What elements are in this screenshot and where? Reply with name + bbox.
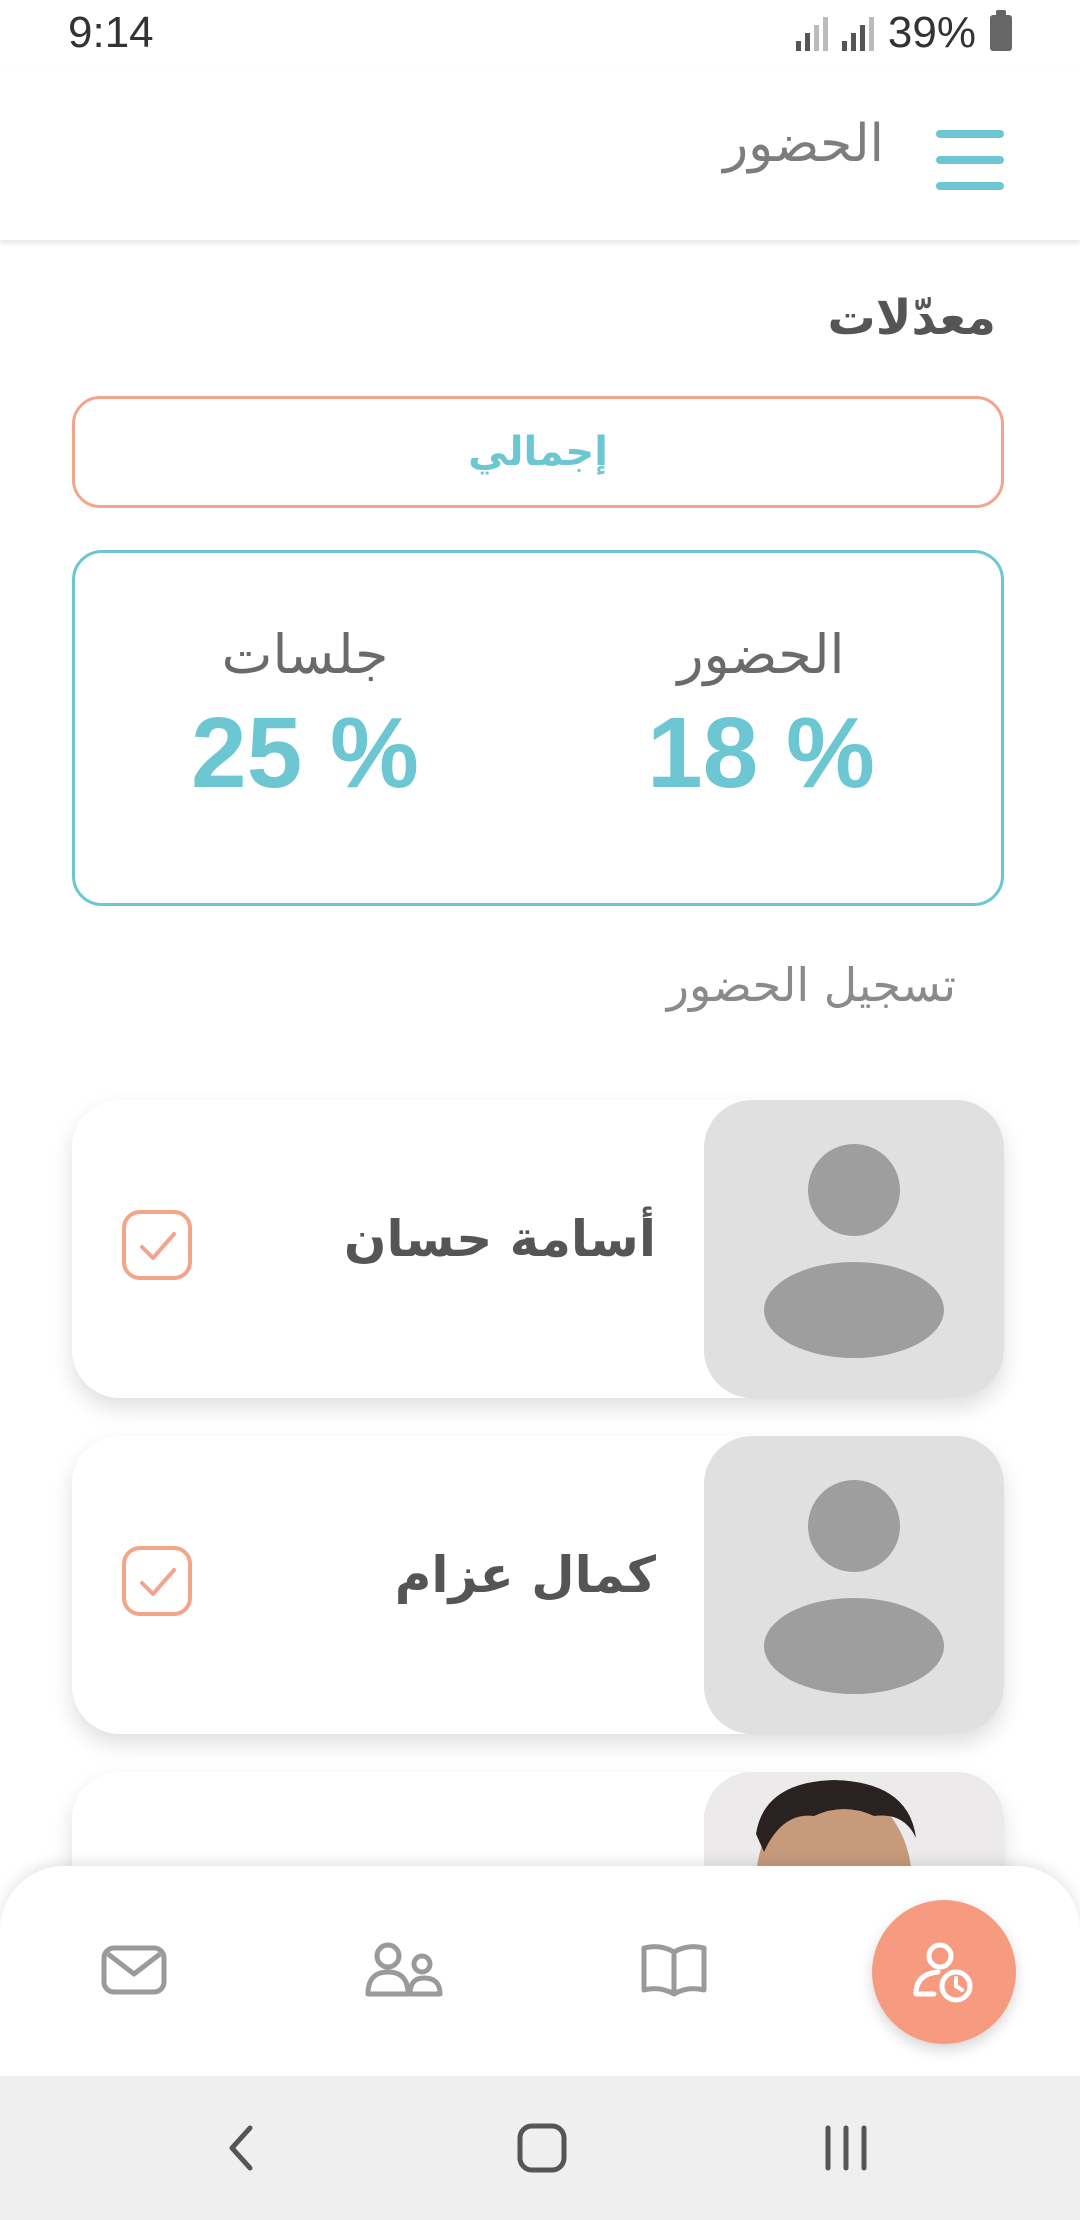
avatar xyxy=(704,1100,1004,1398)
attendance-label: الحضور xyxy=(677,623,845,686)
app-bar: الحضور xyxy=(0,72,1080,240)
hamburger-menu-icon[interactable] xyxy=(934,130,1004,190)
recent-apps-icon[interactable] xyxy=(818,2120,874,2176)
sessions-label: جلسات xyxy=(221,623,389,686)
avatar-head xyxy=(808,1144,900,1236)
attendance-clock-icon[interactable] xyxy=(872,1900,1016,2044)
stats-card: الحضور 18 % جلسات 25 % xyxy=(72,550,1004,906)
student-name: كمال عزام xyxy=(394,1546,656,1604)
battery-icon xyxy=(990,10,1012,51)
check-icon xyxy=(140,1568,176,1596)
battery-percent: 39% xyxy=(887,8,976,57)
check-icon xyxy=(140,1232,176,1260)
system-nav-bar xyxy=(0,2076,1080,2220)
group-icon[interactable] xyxy=(364,1938,444,2002)
student-card[interactable]: كمال عزام xyxy=(72,1436,1004,1734)
back-icon[interactable] xyxy=(214,2120,270,2176)
signal-icon xyxy=(795,15,828,51)
status-bar: 9:14 39% xyxy=(0,0,1080,72)
avatar xyxy=(704,1436,1004,1734)
attendance-register-title: تسجيل الحضور xyxy=(666,958,956,1012)
page-title: الحضور xyxy=(723,114,884,174)
attendance-checkbox[interactable] xyxy=(122,1546,192,1616)
status-icons: 39% xyxy=(795,8,1012,58)
signal-icon xyxy=(841,15,874,51)
sessions-stat: جلسات 25 % xyxy=(155,623,455,811)
rates-title: معدّلات xyxy=(827,290,996,346)
avatar-body xyxy=(764,1262,944,1358)
avatar-head xyxy=(808,1480,900,1572)
attendance-stat: الحضور 18 % xyxy=(611,623,911,811)
home-icon[interactable] xyxy=(514,2120,570,2176)
avatar-body xyxy=(764,1598,944,1694)
bottom-nav xyxy=(0,1866,1080,2076)
student-name: أسامة حسان xyxy=(343,1210,656,1268)
status-time: 9:14 xyxy=(68,8,154,57)
attendance-value: 18 % xyxy=(647,697,875,809)
book-icon[interactable] xyxy=(638,1938,710,2002)
mail-icon[interactable] xyxy=(98,1938,170,2002)
sessions-value: 25 % xyxy=(191,697,419,809)
total-filter-button[interactable]: إجمالي xyxy=(72,396,1004,508)
attendance-checkbox[interactable] xyxy=(122,1210,192,1280)
student-card[interactable]: أسامة حسان xyxy=(72,1100,1004,1398)
